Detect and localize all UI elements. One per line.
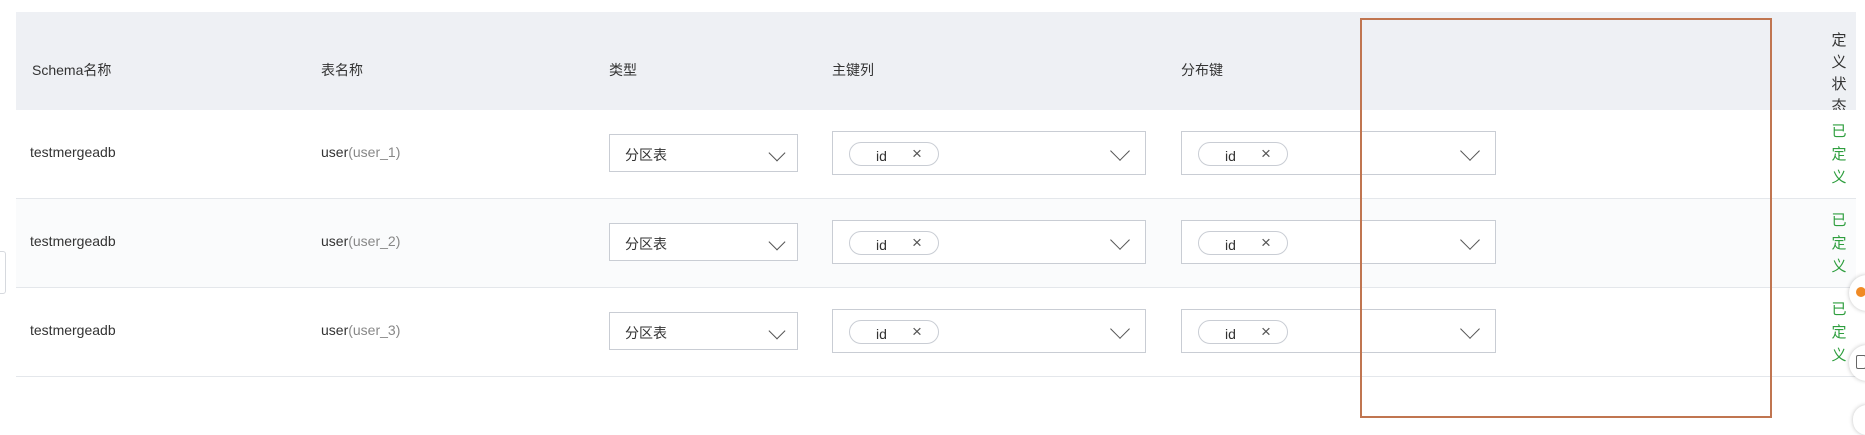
primary-key-tag: id × xyxy=(849,320,939,344)
float-button[interactable] xyxy=(1853,405,1865,435)
schema-name: testmergeadb xyxy=(30,144,116,160)
close-icon[interactable]: × xyxy=(1261,322,1271,342)
header-type: 类型 xyxy=(609,62,637,78)
chevron-down-icon xyxy=(1110,230,1130,250)
table-row: testmergeadb user(user_3) 分区表 id × id × … xyxy=(16,288,1856,377)
chevron-down-icon xyxy=(1460,141,1480,161)
table-name: user(user_3) xyxy=(321,322,401,338)
type-select[interactable]: 分区表 xyxy=(609,312,798,350)
primary-key-tag: id × xyxy=(849,231,939,255)
distribution-key-tag: id × xyxy=(1198,142,1288,166)
definition-status: 已定义 xyxy=(1831,123,1847,186)
table-row: testmergeadb user(user_1) 分区表 id × id × … xyxy=(16,110,1856,199)
chevron-down-icon xyxy=(1460,319,1480,339)
type-select[interactable]: 分区表 xyxy=(609,223,798,261)
definition-status: 已定义 xyxy=(1831,301,1847,364)
header-distribution-key: 分布键 xyxy=(1181,62,1223,78)
close-icon[interactable]: × xyxy=(912,144,922,164)
table-name: user(user_2) xyxy=(321,233,401,249)
primary-key-select[interactable]: id × xyxy=(832,220,1146,264)
chevron-down-icon xyxy=(768,144,786,162)
close-icon[interactable]: × xyxy=(1261,233,1271,253)
primary-key-tag: id × xyxy=(849,142,939,166)
schema-name: testmergeadb xyxy=(30,233,116,249)
side-handle[interactable] xyxy=(0,251,6,294)
type-select[interactable]: 分区表 xyxy=(609,134,798,172)
table-row: testmergeadb user(user_2) 分区表 id × id × … xyxy=(16,199,1856,288)
chevron-down-icon xyxy=(1110,141,1130,161)
close-icon[interactable]: × xyxy=(912,322,922,342)
primary-key-select[interactable]: id × xyxy=(832,131,1146,175)
definition-status: 已定义 xyxy=(1831,212,1847,275)
header-table-name: 表名称 xyxy=(321,62,363,78)
schema-name: testmergeadb xyxy=(30,322,116,338)
chevron-down-icon xyxy=(768,233,786,251)
distribution-key-tag: id × xyxy=(1198,231,1288,255)
distribution-key-select[interactable]: id × xyxy=(1181,131,1496,175)
table-name: user(user_1) xyxy=(321,144,401,160)
distribution-key-tag: id × xyxy=(1198,320,1288,344)
chevron-down-icon xyxy=(1110,319,1130,339)
primary-key-select[interactable]: id × xyxy=(832,309,1146,353)
header-primary-key: 主键列 xyxy=(832,62,874,78)
close-icon[interactable]: × xyxy=(912,233,922,253)
chevron-down-icon xyxy=(1460,230,1480,250)
close-icon[interactable]: × xyxy=(1261,144,1271,164)
distribution-key-select[interactable]: id × xyxy=(1181,309,1496,353)
chevron-down-icon xyxy=(768,322,786,340)
header-schema-name: Schema名称 xyxy=(32,62,112,78)
header-definition-status: 定 义 状 态 xyxy=(1831,32,1847,115)
distribution-key-select[interactable]: id × xyxy=(1181,220,1496,264)
